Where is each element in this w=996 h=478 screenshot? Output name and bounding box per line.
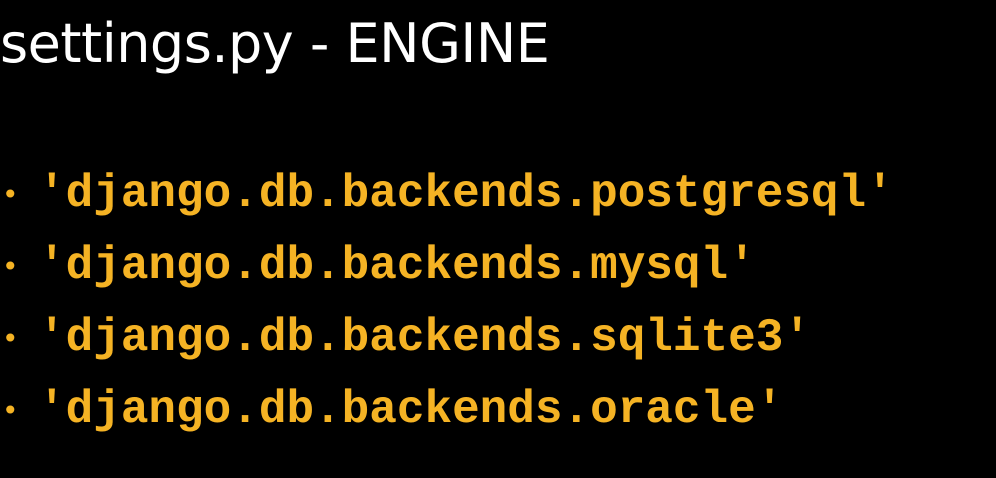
bullet-dot-icon: •: [2, 250, 19, 283]
bullet-text: 'django.db.backends.oracle': [38, 384, 784, 436]
bullet-text: 'django.db.backends.postgresql': [38, 168, 894, 220]
bullet-dot-icon: •: [2, 394, 19, 427]
slide-title: settings.py - ENGINE: [0, 12, 550, 75]
bullet-text: 'django.db.backends.sqlite3': [38, 312, 811, 364]
slide: settings.py - ENGINE • 'django.db.backen…: [0, 0, 996, 478]
bullet-dot-icon: •: [2, 178, 19, 211]
bullet-text: 'django.db.backends.mysql': [38, 240, 756, 292]
bullet-dot-icon: •: [2, 322, 19, 355]
